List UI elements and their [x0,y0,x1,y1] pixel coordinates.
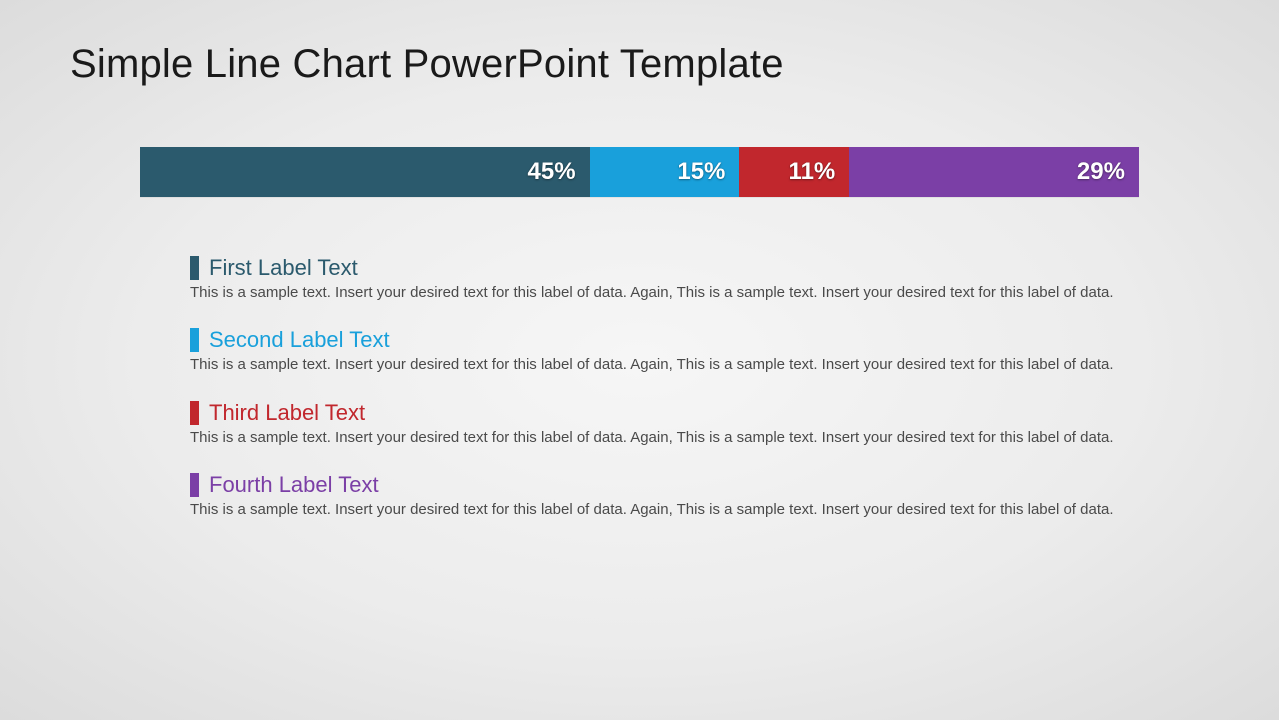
legend-item-head: Third Label Text [190,400,1150,426]
legend-item-1: First Label Text This is a sample text. … [190,255,1150,303]
swatch-icon [190,401,199,425]
legend-list: First Label Text This is a sample text. … [190,255,1150,520]
slide: Simple Line Chart PowerPoint Template 45… [0,0,1279,720]
legend-item-2: Second Label Text This is a sample text.… [190,327,1150,375]
legend-item-head: First Label Text [190,255,1150,281]
legend-item-title: Fourth Label Text [209,472,379,498]
bar-segment-3: 11% [739,147,849,197]
slide-title: Simple Line Chart PowerPoint Template [70,42,1209,87]
legend-item-desc: This is a sample text. Insert your desir… [190,428,1130,448]
bar-segment-2: 15% [590,147,740,197]
stacked-bar: 45% 15% 11% 29% [140,147,1139,197]
legend-item-head: Fourth Label Text [190,472,1150,498]
legend-item-desc: This is a sample text. Insert your desir… [190,283,1130,303]
stacked-bar-chart: 45% 15% 11% 29% [140,147,1139,197]
swatch-icon [190,473,199,497]
legend-item-4: Fourth Label Text This is a sample text.… [190,472,1150,520]
swatch-icon [190,256,199,280]
legend-item-desc: This is a sample text. Insert your desir… [190,500,1130,520]
legend-item-title: Second Label Text [209,327,390,353]
bar-segment-4: 29% [849,147,1139,197]
legend-item-3: Third Label Text This is a sample text. … [190,400,1150,448]
legend-item-title: First Label Text [209,255,358,281]
legend-item-desc: This is a sample text. Insert your desir… [190,355,1130,375]
swatch-icon [190,328,199,352]
legend-item-title: Third Label Text [209,400,365,426]
legend-item-head: Second Label Text [190,327,1150,353]
bar-segment-1: 45% [140,147,590,197]
